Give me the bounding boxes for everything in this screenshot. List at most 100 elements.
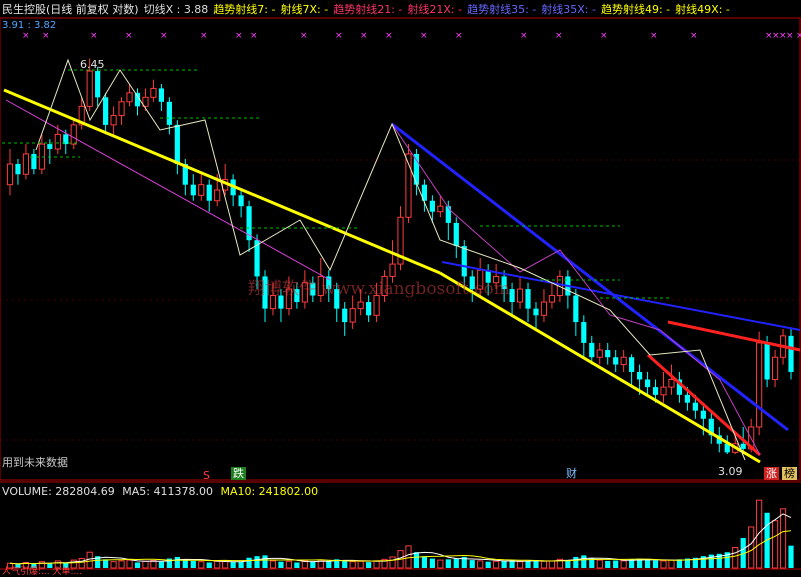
candle-body <box>198 184 205 196</box>
signal-marker: × <box>690 31 698 41</box>
volume-bar <box>142 560 149 569</box>
candle-body <box>581 322 587 343</box>
candle-body <box>548 295 556 303</box>
candle-body <box>366 302 372 316</box>
volume-bar <box>278 561 284 568</box>
volume-bar <box>613 560 619 568</box>
candle-body <box>684 394 690 403</box>
candle-body <box>70 124 77 145</box>
candle-body <box>525 289 531 309</box>
volume-bar <box>668 559 675 569</box>
volume-bar <box>565 560 571 568</box>
volume-bar <box>294 562 300 568</box>
signal-cai: 财 <box>566 467 577 480</box>
volume-bar <box>118 560 125 569</box>
candle-body <box>429 200 435 212</box>
volume-bar <box>262 555 268 568</box>
signal-s: S <box>203 469 210 482</box>
candle-body <box>54 133 61 150</box>
high-price-label: 6.45 <box>80 58 105 71</box>
candle-body <box>516 288 524 303</box>
volume-bar <box>581 555 587 568</box>
candle-body <box>605 350 611 358</box>
signal-bang: 榜 <box>782 467 797 480</box>
candle-body <box>206 184 212 201</box>
volume-bar <box>126 559 133 569</box>
volume-ma10-line <box>9 530 792 565</box>
magenta-line <box>5 99 331 281</box>
volume-bar <box>254 556 260 568</box>
volume-bar <box>421 556 427 568</box>
signal-marker: × <box>786 31 794 41</box>
volume-bar <box>86 551 93 569</box>
candle-body <box>110 115 117 126</box>
signal-marker: × <box>420 31 428 41</box>
volume-bar <box>516 561 524 569</box>
volume-bar <box>644 560 651 568</box>
chart-header: 民生控股(日线 前复权 对数) 切线X : 3.88 趋势射线7: - 射线7X: -… <box>2 3 740 16</box>
legend-item: 射线35X: - <box>541 3 596 16</box>
candle-body <box>771 356 779 380</box>
candle-body <box>660 386 667 396</box>
volume-bar <box>485 561 491 568</box>
candle-body <box>573 295 579 323</box>
volume-bar <box>540 560 548 569</box>
volume-ma5: MA5: 411378.00 <box>122 485 213 498</box>
volume-bar <box>349 561 356 569</box>
kline-chart-window: × × × × × × × × × × × × × × × × × × × × × × × × 民生控股(日线 前复权 对数)… <box>0 0 801 577</box>
candle-body <box>166 101 172 125</box>
legend-item: 趋势射线49: - <box>600 3 671 16</box>
signal-marker: × <box>335 31 343 41</box>
candle-body <box>700 410 706 419</box>
candle-body <box>644 379 651 388</box>
volume-bar <box>198 561 205 569</box>
volume-bar <box>469 560 475 568</box>
watermark: 翔博软件 www.xiangbosoft.com <box>248 279 510 299</box>
volume-bar <box>437 559 444 569</box>
volume-bar <box>285 560 293 569</box>
volume-bar <box>103 559 109 568</box>
candle-body <box>95 71 101 98</box>
candle-body <box>509 289 515 303</box>
signal-marker: × <box>200 31 208 41</box>
volume-bar <box>756 499 763 569</box>
signal-marker: × <box>300 31 308 41</box>
volume-ma10: MA10: 241802.00 <box>220 485 319 498</box>
candle-body <box>613 357 619 365</box>
candle-body <box>389 263 396 277</box>
candle-body <box>629 357 635 372</box>
candle-body <box>357 301 364 310</box>
signal-marker: × <box>650 31 658 41</box>
candle-body <box>126 92 133 103</box>
signal-marker: × <box>520 31 528 41</box>
volume-bar <box>732 546 739 569</box>
candle-body <box>349 308 356 323</box>
volume-bar <box>413 552 420 568</box>
signal-markers: × × × × × × × × × × × × × × × × × × × × × × × × <box>22 31 801 41</box>
low-price-label: 3.09 <box>718 465 743 478</box>
volume-bar <box>134 562 141 568</box>
volume-bar <box>779 508 787 569</box>
volume-bar <box>620 560 627 569</box>
signal-die: 跌 <box>231 467 246 480</box>
price-subline: 3.91 : 3.82 <box>2 20 57 31</box>
legend-item: 趋势射线21: - <box>333 3 403 16</box>
zigzag-line <box>35 58 746 461</box>
legend-item: 射线21X: - <box>407 3 463 16</box>
candle-body <box>740 443 746 449</box>
candle-body <box>6 163 14 186</box>
candle-body <box>620 356 627 366</box>
volume-bar <box>605 560 611 568</box>
candle-body <box>445 206 451 223</box>
volume-bar <box>158 561 164 568</box>
yellow-trendline-upper <box>3 88 441 275</box>
legend-item: 射线49X: - <box>675 3 730 16</box>
candle-body <box>158 88 164 102</box>
candle-body <box>86 70 93 107</box>
candle-body <box>589 342 595 358</box>
signal-marker: × <box>796 31 801 41</box>
candle-body <box>637 371 643 380</box>
stock-title: 民生控股(日线 前复权 对数) <box>2 3 139 16</box>
signal-zhang: 涨 <box>764 467 779 480</box>
volume-bar <box>477 560 484 569</box>
